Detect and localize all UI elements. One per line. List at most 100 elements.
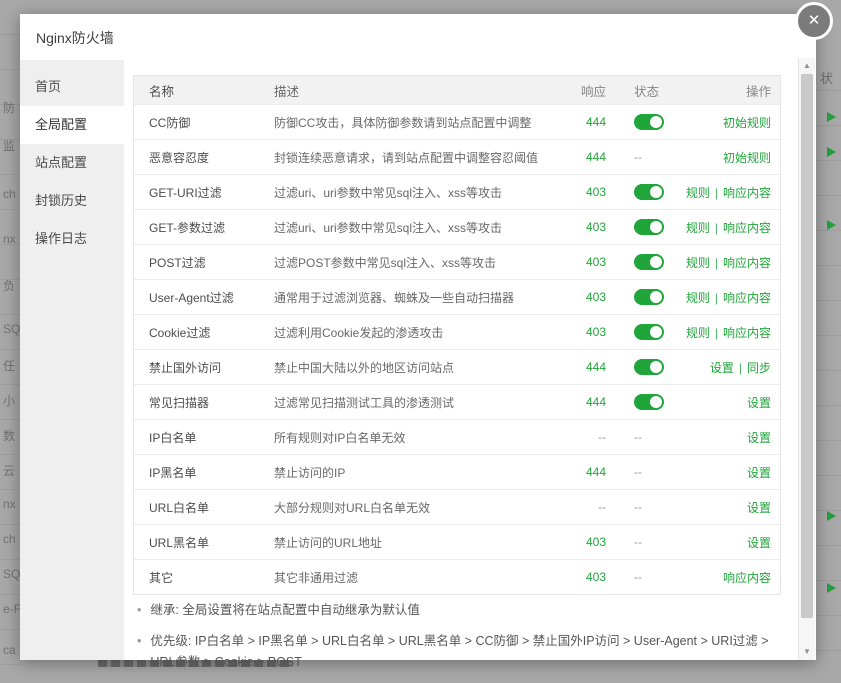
- rule-response: 444: [556, 360, 606, 374]
- play-icon: [827, 511, 836, 521]
- rule-actions: 规则 | 响应内容: [676, 324, 780, 341]
- action-link[interactable]: 设置: [747, 466, 771, 480]
- action-separator: |: [715, 186, 718, 200]
- scrollbar-thumb[interactable]: [801, 74, 813, 618]
- rule-actions: 规则 | 响应内容: [676, 289, 780, 306]
- rule-description: 过滤利用Cookie发起的渗透攻击: [274, 324, 556, 341]
- toggle-knob: [650, 221, 662, 233]
- rule-description: 通常用于过滤浏览器、蜘蛛及一些自动扫描器: [274, 289, 556, 306]
- table-row: User-Agent过滤 通常用于过滤浏览器、蜘蛛及一些自动扫描器 403 规则…: [134, 279, 780, 314]
- rule-status: [606, 324, 676, 340]
- status-toggle[interactable]: [634, 324, 664, 340]
- header-response: 响应: [556, 81, 606, 100]
- action-link[interactable]: 设置: [747, 536, 771, 550]
- table-row: GET-参数过滤 过滤uri、uri参数中常见sql注入、xss等攻击 403 …: [134, 209, 780, 244]
- rule-actions: 设置: [676, 429, 780, 446]
- sidebar-item[interactable]: 操作日志: [20, 220, 124, 258]
- rule-response: --: [556, 430, 606, 444]
- action-link[interactable]: 响应内容: [723, 571, 771, 585]
- action-link[interactable]: 规则: [686, 221, 710, 235]
- rule-status: --: [606, 430, 676, 444]
- action-link[interactable]: 响应内容: [723, 256, 771, 270]
- sidebar-item[interactable]: 封锁历史: [20, 182, 124, 220]
- toggle-knob: [650, 291, 662, 303]
- footnote: • 继承: 全局设置将在站点配置中自动继承为默认值: [137, 600, 795, 621]
- scroll-up-icon[interactable]: ▲: [799, 59, 815, 73]
- background-text-fragment: 小: [3, 392, 15, 409]
- rule-status: [606, 114, 676, 130]
- close-button[interactable]: ✕: [795, 2, 833, 40]
- status-toggle[interactable]: [634, 254, 664, 270]
- background-text-fragment: nx: [3, 497, 16, 511]
- rule-status: [606, 394, 676, 410]
- action-link[interactable]: 响应内容: [723, 326, 771, 340]
- rule-description: 大部分规则对URL白名单无效: [274, 499, 556, 516]
- header-desc: 描述: [274, 81, 556, 100]
- action-link[interactable]: 规则: [686, 291, 710, 305]
- background-text-fragment: SQ: [3, 567, 20, 581]
- bullet-icon: •: [137, 600, 141, 621]
- action-separator: |: [715, 291, 718, 305]
- sidebar-item[interactable]: 全局配置: [20, 106, 124, 144]
- action-link[interactable]: 设置: [747, 396, 771, 410]
- status-toggle[interactable]: [634, 289, 664, 305]
- rule-response: 403: [556, 220, 606, 234]
- action-link[interactable]: 规则: [686, 256, 710, 270]
- action-separator: |: [715, 326, 718, 340]
- table-row: IP黑名单 禁止访问的IP 444 -- 设置: [134, 454, 780, 489]
- background-text-fragment: 云: [3, 462, 15, 479]
- action-link[interactable]: 初始规则: [723, 151, 771, 165]
- rule-description: 过滤常见扫描测试工具的渗透测试: [274, 394, 556, 411]
- action-separator: |: [715, 256, 718, 270]
- table-header-row: 名称 描述 响应 状态 操作: [134, 76, 780, 104]
- rule-status: --: [606, 465, 676, 479]
- status-toggle[interactable]: [634, 359, 664, 375]
- rule-description: 防御CC攻击，具体防御参数请到站点配置中调整: [274, 114, 556, 131]
- rule-response: 403: [556, 290, 606, 304]
- action-link[interactable]: 规则: [686, 326, 710, 340]
- rule-response: 403: [556, 325, 606, 339]
- rule-actions: 规则 | 响应内容: [676, 184, 780, 201]
- table-row: GET-URI过滤 过滤uri、uri参数中常见sql注入、xss等攻击 403…: [134, 174, 780, 209]
- table-row: 常见扫描器 过滤常见扫描测试工具的渗透测试 444 设置: [134, 384, 780, 419]
- header-actions: 操作: [676, 81, 780, 100]
- scroll-down-icon[interactable]: ▼: [799, 645, 815, 659]
- action-link[interactable]: 响应内容: [723, 291, 771, 305]
- header-name: 名称: [134, 81, 274, 100]
- rule-name: GET-URI过滤: [134, 184, 274, 201]
- action-link[interactable]: 设置: [710, 361, 734, 375]
- status-toggle[interactable]: [634, 219, 664, 235]
- background-text-fragment: 监: [3, 137, 15, 154]
- background-text-fragment: ch: [3, 187, 16, 201]
- scrollbar[interactable]: ▲ ▼: [798, 58, 815, 660]
- status-toggle[interactable]: [634, 184, 664, 200]
- rule-status: --: [606, 535, 676, 549]
- rule-name: User-Agent过滤: [134, 289, 274, 306]
- rule-description: 禁止中国大陆以外的地区访问站点: [274, 359, 556, 376]
- dialog-sidebar: 首页 全局配置 站点配置 封锁历史 操作日志: [20, 60, 124, 660]
- action-link[interactable]: 响应内容: [723, 221, 771, 235]
- sidebar-item[interactable]: 首页: [20, 68, 124, 106]
- play-icon: [827, 112, 836, 122]
- rule-actions: 初始规则: [676, 114, 780, 131]
- rule-response: 403: [556, 255, 606, 269]
- dialog-title: Nginx防火墙: [36, 14, 114, 60]
- table-row: URL白名单 大部分规则对URL白名单无效 -- -- 设置: [134, 489, 780, 524]
- status-toggle[interactable]: [634, 394, 664, 410]
- status-toggle[interactable]: [634, 114, 664, 130]
- rule-name: 其它: [134, 569, 274, 586]
- action-link[interactable]: 初始规则: [723, 116, 771, 130]
- sidebar-item[interactable]: 站点配置: [20, 144, 124, 182]
- rule-actions: 设置|同步: [676, 359, 780, 376]
- close-icon: ✕: [808, 12, 821, 29]
- rule-description: 禁止访问的URL地址: [274, 534, 556, 551]
- rule-description: 禁止访问的IP: [274, 464, 556, 481]
- table-row: CC防御 防御CC攻击，具体防御参数请到站点配置中调整 444 初始规则: [134, 104, 780, 139]
- action-link[interactable]: 同步: [747, 361, 771, 375]
- action-link[interactable]: 响应内容: [723, 186, 771, 200]
- action-link[interactable]: 设置: [747, 431, 771, 445]
- rule-response: --: [556, 500, 606, 514]
- play-icon: [827, 583, 836, 593]
- action-link[interactable]: 规则: [686, 186, 710, 200]
- action-link[interactable]: 设置: [747, 501, 771, 515]
